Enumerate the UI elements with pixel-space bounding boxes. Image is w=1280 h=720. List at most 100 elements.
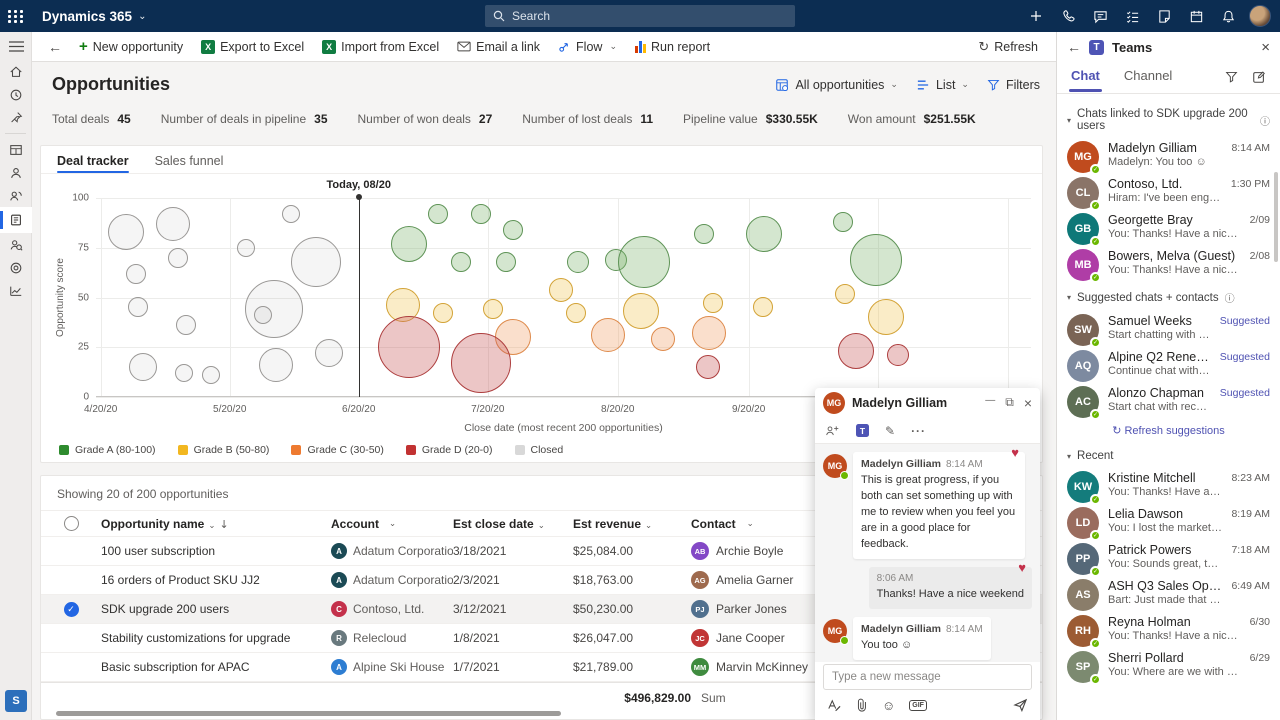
tab-deal-tracker[interactable]: Deal tracker: [57, 154, 129, 173]
refresh-suggestions-link[interactable]: ↻ Refresh suggestions: [1057, 417, 1280, 440]
chat-list-item[interactable]: AC✓Alonzo ChapmanStart chat with recentl…: [1057, 381, 1280, 417]
command-new-opportunity[interactable]: +New opportunity: [70, 32, 192, 62]
teams-scrollbar[interactable]: [1274, 172, 1278, 262]
chart-bubble[interactable]: [850, 234, 902, 286]
phone-icon[interactable]: [1054, 2, 1082, 30]
command-import-from-excel[interactable]: XImport from Excel: [313, 32, 448, 62]
avatar[interactable]: [1246, 2, 1274, 30]
recent-icon[interactable]: [0, 83, 32, 106]
command-email-a-link[interactable]: Email a link: [448, 32, 549, 62]
opportunities-icon-selected[interactable]: [0, 207, 32, 233]
chart-bubble[interactable]: [696, 355, 720, 379]
command-run-report[interactable]: Run report: [626, 32, 719, 62]
cell-opportunity-name[interactable]: SDK upgrade 200 users: [101, 602, 331, 616]
popup-close-icon[interactable]: ×: [1024, 395, 1032, 411]
select-all-checkbox[interactable]: [64, 516, 79, 531]
sitemap-menu-icon[interactable]: [0, 32, 32, 60]
add-icon[interactable]: [1022, 2, 1050, 30]
filters-button[interactable]: Filters: [987, 78, 1040, 92]
chart-bubble[interactable]: [566, 303, 586, 323]
gif-icon[interactable]: GIF: [909, 700, 927, 711]
cell-opportunity-name[interactable]: 16 orders of Product SKU JJ2: [101, 573, 331, 587]
chart-bubble[interactable]: [168, 248, 188, 268]
cell-opportunity-name[interactable]: Basic subscription for APAC: [101, 660, 331, 674]
teams-back-icon[interactable]: ←: [1067, 39, 1081, 55]
cell-opportunity-name[interactable]: 100 user subscription: [101, 544, 331, 558]
chart-bubble[interactable]: [291, 237, 341, 287]
calendar-icon[interactable]: [1182, 2, 1210, 30]
chat-icon[interactable]: [1086, 2, 1114, 30]
chart-bubble[interactable]: [129, 353, 157, 381]
chart-bubble[interactable]: [175, 364, 193, 382]
chart-bubble[interactable]: [315, 339, 343, 367]
teams-tab-channel[interactable]: Channel: [1124, 68, 1172, 92]
command-export-to-excel[interactable]: XExport to Excel: [192, 32, 313, 62]
chart-bubble[interactable]: [746, 216, 782, 252]
chat-list-item[interactable]: KW✓Kristine MitchellYou: Thanks! Have a …: [1057, 466, 1280, 502]
chart-bubble[interactable]: [378, 316, 440, 378]
more-options-icon[interactable]: ···: [911, 424, 926, 438]
chart-bubble[interactable]: [237, 239, 255, 257]
row-select-cell[interactable]: ✓: [41, 602, 101, 617]
chart-bubble[interactable]: [692, 316, 726, 350]
chart-bubble[interactable]: [245, 280, 303, 338]
chart-bubble[interactable]: [868, 299, 904, 335]
minimize-icon[interactable]: —: [985, 395, 995, 411]
chart-bubble[interactable]: [833, 212, 853, 232]
add-people-icon[interactable]: [825, 424, 840, 437]
row-selected-check-icon[interactable]: ✓: [64, 602, 79, 617]
pencil-icon[interactable]: ✎: [885, 424, 895, 438]
chart-bubble[interactable]: [471, 204, 491, 224]
search-input[interactable]: Search: [485, 5, 795, 27]
chart-bubble[interactable]: [176, 315, 196, 335]
heart-reaction-icon[interactable]: ♥: [1018, 560, 1026, 575]
chart-bubble[interactable]: [391, 226, 427, 262]
chart-bubble[interactable]: [202, 366, 220, 384]
layout-selector[interactable]: List ⌄: [916, 78, 969, 92]
chart-bubble[interactable]: [618, 236, 670, 288]
chart-bubble[interactable]: [282, 205, 300, 223]
chat-list-item[interactable]: MG✓Madelyn GilliamMadelyn: You too ☺8:14…: [1057, 136, 1280, 172]
chat-list-item[interactable]: CL✓Contoso, Ltd.Hiram: I've been engagin…: [1057, 172, 1280, 208]
chart-bubble[interactable]: [483, 299, 503, 319]
back-icon[interactable]: ←: [42, 39, 68, 55]
tasks-icon[interactable]: [1118, 2, 1146, 30]
column-header-close-date[interactable]: Est close date⌄: [453, 517, 573, 531]
dashboards-icon[interactable]: [0, 138, 32, 161]
chart-bubble[interactable]: [623, 293, 659, 329]
format-icon[interactable]: [827, 699, 841, 712]
contacts-icon[interactable]: [0, 161, 32, 184]
attach-icon[interactable]: [855, 698, 868, 712]
chat-list-item[interactable]: SW✓Samuel WeeksStart chatting with activ…: [1057, 309, 1280, 345]
chart-bubble[interactable]: [451, 333, 511, 393]
column-header-revenue[interactable]: Est revenue⌄: [573, 517, 691, 531]
refresh-button[interactable]: ↻ Refresh: [970, 39, 1046, 55]
chat-list-item[interactable]: AQAlpine Q2 Renewal OpportunityContinue …: [1057, 345, 1280, 381]
chart-bubble[interactable]: [835, 284, 855, 304]
column-header-name[interactable]: Opportunity name⌄↓: [101, 517, 331, 531]
bell-icon[interactable]: [1214, 2, 1242, 30]
chart-bubble[interactable]: [651, 327, 675, 351]
chart-bubble[interactable]: [703, 293, 723, 313]
chart-bubble[interactable]: [503, 220, 523, 240]
chart-bubble[interactable]: [753, 297, 773, 317]
teams-compose-icon[interactable]: [1252, 70, 1266, 84]
pinned-icon[interactable]: [0, 106, 32, 129]
tab-sales-funnel[interactable]: Sales funnel: [155, 154, 224, 173]
chart-bubble[interactable]: [567, 251, 589, 273]
chart-bubble[interactable]: [126, 264, 146, 284]
chart-bubble[interactable]: [451, 252, 471, 272]
teams-filter-icon[interactable]: [1225, 70, 1238, 83]
popout-icon[interactable]: ⧉: [1005, 395, 1014, 411]
chart-bubble[interactable]: [496, 252, 516, 272]
chat-list-item[interactable]: SP✓Sherri PollardYou: Where are we with …: [1057, 646, 1280, 682]
section-header[interactable]: ▾Suggested chats + contactsⓘ: [1057, 280, 1280, 309]
chart-bubble[interactable]: [128, 297, 148, 317]
section-header[interactable]: ▾Chats linked to SDK upgrade 200 usersⓘ: [1057, 98, 1280, 136]
heart-reaction-icon[interactable]: ♥: [1011, 445, 1019, 460]
chart-bubble[interactable]: [694, 224, 714, 244]
bubble-chart[interactable]: 0255075100: [96, 198, 1031, 397]
marketing-icon[interactable]: [0, 256, 32, 279]
waffle-menu-icon[interactable]: [0, 0, 32, 32]
home-icon[interactable]: [0, 60, 32, 83]
